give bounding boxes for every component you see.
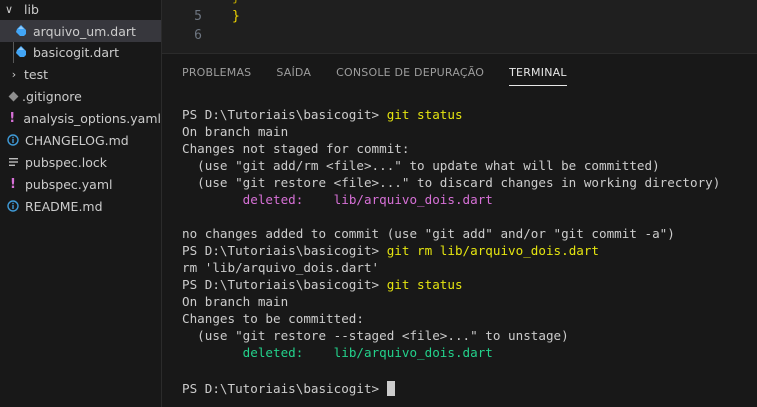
tree-item-test[interactable]: › test xyxy=(0,63,161,85)
terminal-command: git rm lib/arquivo_dois.dart xyxy=(386,243,600,258)
tab-console-de-depuracao[interactable]: CONSOLE DE DEPURAÇÃO xyxy=(336,66,484,86)
chevron-down-icon: ∨ xyxy=(4,2,14,16)
explorer-sidebar: ∨ lib arquivo_um.dart basicogit.dart › t… xyxy=(0,0,162,407)
terminal-cursor xyxy=(386,381,395,396)
info-icon xyxy=(6,200,20,212)
bottom-panel: PROBLEMAS SAÍDA CONSOLE DE DEPURAÇÃO TER… xyxy=(162,54,757,407)
tree-item-changelog[interactable]: CHANGELOG.md xyxy=(0,129,161,151)
info-icon xyxy=(6,134,20,146)
tree-item-label: pubspec.lock xyxy=(25,154,108,170)
terminal-line: rm 'lib/arquivo_dois.dart' xyxy=(182,260,380,275)
tree-item-label: README.md xyxy=(25,198,103,214)
yaml-icon: ! xyxy=(10,176,16,192)
dart-file-icon xyxy=(14,25,28,37)
terminal-line: PS D:\Tutoriais\basicogit> git rm lib/ar… xyxy=(182,242,720,259)
tree-item-pubspec-yaml[interactable]: ! pubspec.yaml xyxy=(0,173,161,195)
tree-item-pubspec-lock[interactable]: pubspec.lock xyxy=(0,151,161,173)
lines-icon xyxy=(6,157,20,167)
terminal-line: On branch main xyxy=(182,294,289,309)
terminal-line: Changes not staged for commit: xyxy=(182,141,410,156)
terminal-line: (use "git restore <file>..." to discard … xyxy=(182,175,721,190)
tab-terminal[interactable]: TERMINAL xyxy=(509,66,567,86)
tab-problemas[interactable]: PROBLEMAS xyxy=(182,66,251,86)
tree-item-label: arquivo_um.dart xyxy=(33,23,136,39)
tree-item-readme[interactable]: README.md xyxy=(0,195,161,217)
terminal-command: git status xyxy=(386,107,463,122)
tree-item-label: lib xyxy=(24,1,39,17)
tree-item-label: basicogit.dart xyxy=(33,44,120,60)
terminal-prompt: PS D:\Tutoriais\basicogit> xyxy=(182,243,387,258)
tab-saida[interactable]: SAÍDA xyxy=(276,66,311,86)
code-line: } xyxy=(232,9,240,24)
deleted-label: deleted: xyxy=(182,345,334,360)
deleted-file: lib/arquivo_dois.dart xyxy=(333,345,493,360)
tree-item-gitignore[interactable]: .gitignore xyxy=(0,85,161,107)
tree-item-arquivo-um[interactable]: arquivo_um.dart xyxy=(0,20,161,42)
tree-item-analysis-options[interactable]: ! analysis_options.yaml xyxy=(0,107,161,129)
terminal-line: deleted: lib/arquivo_dois.dart xyxy=(182,191,720,208)
tree-item-label: pubspec.yaml xyxy=(25,176,113,192)
yaml-icon: ! xyxy=(9,110,16,126)
tree-item-label: test xyxy=(24,66,49,82)
tree-item-label: CHANGELOG.md xyxy=(25,132,129,148)
terminal-line: Changes to be committed: xyxy=(182,311,364,326)
terminal-output[interactable]: PS D:\Tutoriais\basicogit> git status On … xyxy=(182,106,720,397)
code-fragment: } xyxy=(232,0,240,5)
git-icon xyxy=(6,91,20,102)
terminal-command: git status xyxy=(386,277,463,292)
tree-item-lib[interactable]: ∨ lib xyxy=(0,0,161,20)
terminal-line: (use "git add/rm <file>..." to update wh… xyxy=(182,158,660,173)
terminal-line: (use "git restore --staged <file>..." to… xyxy=(182,328,569,343)
dart-file-icon xyxy=(14,46,28,58)
tree-item-label: analysis_options.yaml xyxy=(23,110,161,126)
terminal-line: PS D:\Tutoriais\basicogit> git status xyxy=(182,106,720,123)
line-number: 5 xyxy=(194,9,202,24)
terminal-line: deleted: lib/arquivo_dois.dart xyxy=(182,344,720,361)
terminal-line: PS D:\Tutoriais\basicogit> xyxy=(182,380,720,397)
deleted-label: deleted: xyxy=(182,192,334,207)
tree-item-label: .gitignore xyxy=(22,88,82,104)
terminal-line: no changes added to commit (use "git add… xyxy=(182,226,675,241)
line-number: 6 xyxy=(194,28,202,43)
terminal-line: On branch main xyxy=(182,124,289,139)
panel-tabs: PROBLEMAS SAÍDA CONSOLE DE DEPURAÇÃO TER… xyxy=(182,66,592,86)
terminal-prompt: PS D:\Tutoriais\basicogit> xyxy=(182,381,387,396)
terminal-prompt: PS D:\Tutoriais\basicogit> xyxy=(182,107,387,122)
chevron-right-icon: › xyxy=(11,67,17,81)
terminal-prompt: PS D:\Tutoriais\basicogit> xyxy=(182,277,387,292)
deleted-file: lib/arquivo_dois.dart xyxy=(333,192,493,207)
code-editor[interactable]: } 5 } 6 xyxy=(162,0,757,53)
terminal-line: PS D:\Tutoriais\basicogit> git status xyxy=(182,276,720,293)
tree-item-basicogit[interactable]: basicogit.dart xyxy=(0,41,161,63)
